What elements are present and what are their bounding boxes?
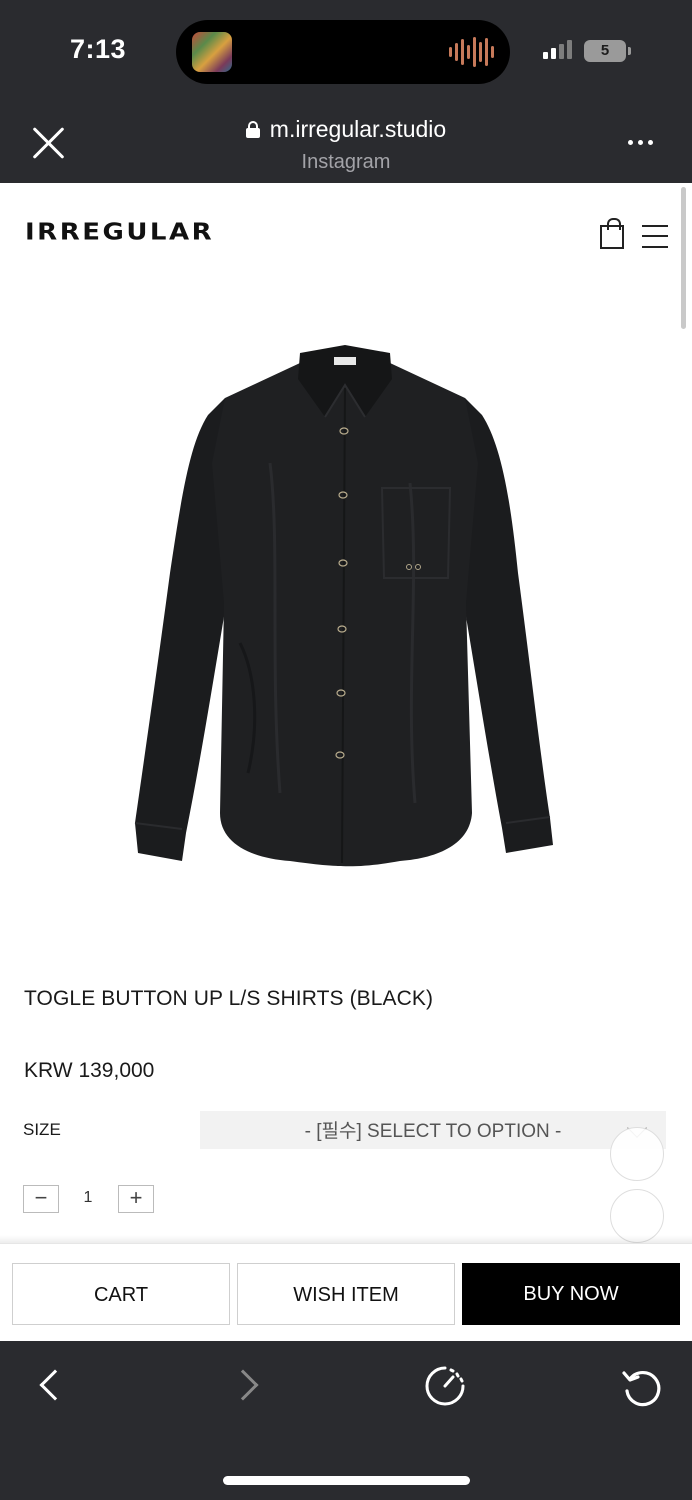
quantity-value[interactable]: 1	[80, 1189, 96, 1207]
home-indicator[interactable]	[223, 1476, 470, 1485]
more-icon[interactable]	[628, 140, 653, 145]
speed-icon[interactable]	[424, 1365, 466, 1407]
forward-icon[interactable]	[227, 1369, 259, 1401]
cart-button[interactable]: CART	[12, 1263, 230, 1325]
wish-item-button[interactable]: WISH ITEM	[237, 1263, 455, 1325]
buy-now-button[interactable]: BUY NOW	[462, 1263, 680, 1325]
status-bar: 7:13 5	[0, 0, 692, 100]
source-app-label: Instagram	[301, 151, 391, 173]
battery-tip	[628, 47, 631, 55]
status-time: 7:13	[70, 34, 127, 64]
menu-icon[interactable]	[642, 223, 668, 249]
back-icon[interactable]	[39, 1369, 71, 1401]
url-text: m.irregular.studio	[269, 116, 447, 142]
signal-strength-icon	[543, 40, 572, 59]
quantity-decrease-button[interactable]: −	[23, 1185, 59, 1213]
url-bar[interactable]: m.irregular.studio	[0, 116, 692, 143]
size-select[interactable]: - [필수] SELECT TO OPTION -	[200, 1111, 666, 1149]
floating-scroll-up-button[interactable]	[610, 1127, 664, 1181]
battery-icon: 5	[584, 40, 626, 62]
product-name: TOGLE BUTTON UP L/S SHIRTS (BLACK)	[24, 987, 434, 1010]
quantity-increase-button[interactable]: +	[118, 1185, 154, 1213]
audio-waveform-icon	[449, 36, 494, 68]
size-select-placeholder: - [필수] SELECT TO OPTION -	[304, 1121, 562, 1142]
size-label: SIZE	[23, 1120, 61, 1139]
purchase-action-bar: CART WISH ITEM BUY NOW	[0, 1243, 692, 1341]
shopping-bag-icon[interactable]	[600, 218, 624, 249]
refresh-icon[interactable]	[620, 1365, 664, 1409]
action-bar-shadow	[0, 1235, 692, 1243]
scrollbar[interactable]	[681, 187, 686, 329]
site-logo[interactable]: IRREGULAR	[25, 219, 214, 246]
dynamic-island[interactable]	[176, 20, 510, 84]
product-image[interactable]	[120, 343, 570, 873]
product-price: KRW 139,000	[24, 1059, 155, 1082]
battery-level: 5	[600, 42, 610, 59]
lock-icon	[245, 121, 260, 138]
web-content: IRREGULAR TOGLE BUTTON UP L/S SHIRTS (BL…	[0, 183, 692, 1341]
browser-header: m.irregular.studio Instagram	[0, 100, 692, 183]
now-playing-artwork	[192, 32, 232, 72]
